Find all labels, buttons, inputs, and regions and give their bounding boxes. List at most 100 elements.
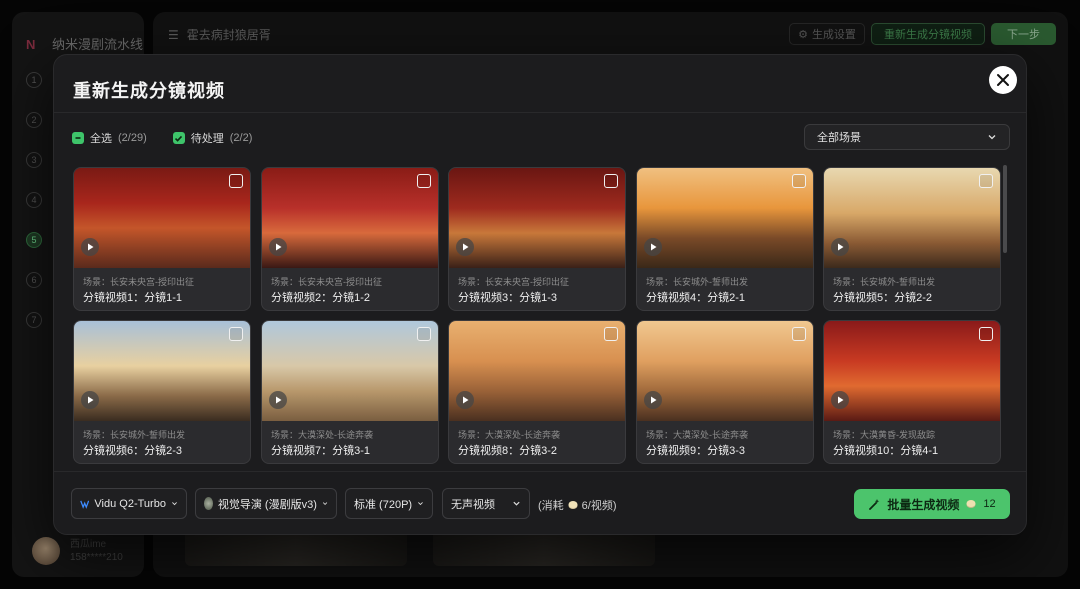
play-icon[interactable]: [644, 238, 662, 256]
storyboard-card[interactable]: 场景：大漠黄昏-发现敌踪 分镜视频10：分镜4-1: [823, 320, 1001, 464]
card-title: 分镜视频9：分镜3-3: [646, 445, 746, 457]
pending-checkbox[interactable]: [172, 132, 185, 144]
card-title: 分镜视频4：分镜2-1: [646, 292, 746, 304]
regenerate-button[interactable]: 重新生成分镜视频: [871, 23, 985, 45]
play-icon[interactable]: [456, 238, 474, 256]
divider: [54, 112, 1026, 113]
play-icon[interactable]: [269, 238, 287, 256]
check-icon: [175, 135, 183, 142]
audio-value: 无声视频: [451, 498, 495, 511]
quality-value: 标准 (720P): [354, 498, 413, 511]
step-2[interactable]: 2: [26, 112, 42, 128]
card-title: 分镜视频2：分镜1-2: [271, 292, 371, 304]
storyboard-card[interactable]: 场景：长安城外-誓师出发 分镜视频6：分镜2-3: [73, 320, 251, 464]
storyboard-thumbnail: [449, 168, 625, 268]
card-title: 分镜视频5：分镜2-2: [833, 292, 933, 304]
storyboard-card[interactable]: 场景：长安未央宫-授印出征 分镜视频2：分镜1-2: [261, 167, 439, 311]
play-icon[interactable]: [269, 391, 287, 409]
close-button[interactable]: [989, 66, 1017, 94]
pending-label[interactable]: 待处理: [191, 130, 224, 146]
play-icon[interactable]: [644, 391, 662, 409]
brand-logo-icon: N: [26, 36, 36, 52]
audio-select[interactable]: 无声视频: [442, 488, 530, 519]
card-title: 分镜视频1：分镜1-1: [83, 292, 183, 304]
user-name: 西瓜ime: [70, 539, 107, 550]
storyboard-card[interactable]: 场景：长安未央宫-授印出征 分镜视频1：分镜1-1: [73, 167, 251, 311]
user-profile[interactable]: 西瓜ime 158*****210: [32, 537, 123, 565]
step-6[interactable]: 6: [26, 272, 42, 288]
play-icon[interactable]: [456, 391, 474, 409]
card-checkbox[interactable]: [979, 327, 993, 341]
scene-filter-value: 全部场景: [817, 132, 861, 144]
storyboard-card[interactable]: 场景：大漠深处-长途奔袭 分镜视频9：分镜3-3: [636, 320, 814, 464]
chevron-down-icon: [322, 502, 328, 505]
next-label: 下一步: [1007, 29, 1040, 41]
storyboard-card[interactable]: 场景：长安未央宫-授印出征 分镜视频3：分镜1-3: [448, 167, 626, 311]
storyboard-thumbnail: [74, 321, 250, 421]
director-select[interactable]: 视觉导演 (漫剧版v3): [195, 488, 337, 519]
batch-generate-label: 批量生成视频: [887, 497, 960, 512]
regenerate-dialog: 重新生成分镜视频 全选 (2/29) 待处理 (2/2) 全部场景 场景：长安未…: [53, 54, 1027, 535]
pending-count: (2/2): [229, 132, 253, 144]
next-step-button[interactable]: 下一步: [991, 23, 1056, 45]
step-3[interactable]: 3: [26, 152, 42, 168]
minus-icon: [75, 137, 81, 139]
card-scene: 场景：长安城外-誓师出发: [833, 277, 935, 287]
card-title: 分镜视频10：分镜4-1: [833, 445, 939, 457]
card-scene: 场景：长安未央宫-授印出征: [83, 277, 194, 287]
play-icon[interactable]: [831, 391, 849, 409]
generation-settings-button[interactable]: ⚙ 生成设置: [789, 23, 865, 45]
step-7[interactable]: 7: [26, 312, 42, 328]
chevron-down-icon: [513, 501, 520, 506]
storyboard-thumbnail: [637, 168, 813, 268]
card-checkbox[interactable]: [792, 174, 806, 188]
card-scene: 场景：长安未央宫-授印出征: [458, 277, 569, 287]
step-4[interactable]: 4: [26, 192, 42, 208]
card-checkbox[interactable]: [979, 174, 993, 188]
storyboard-thumbnail: [74, 168, 250, 268]
card-checkbox[interactable]: [604, 174, 618, 188]
cost-prefix: (消耗: [538, 500, 564, 512]
cost-info: (消耗 6/视频): [538, 497, 617, 513]
batch-generate-button[interactable]: 批量生成视频 12: [854, 489, 1010, 519]
storyboard-card[interactable]: 场景：大漠深处-长途奔袭 分镜视频7：分镜3-1: [261, 320, 439, 464]
user-phone: 158*****210: [70, 552, 123, 563]
card-scene: 场景：大漠深处-长途奔袭: [458, 430, 560, 440]
batch-count: 12: [983, 498, 996, 510]
step-5[interactable]: 5: [26, 232, 42, 248]
card-scene: 场景：大漠深处-长途奔袭: [271, 430, 373, 440]
menu-icon[interactable]: ☰: [168, 28, 179, 42]
close-icon: [997, 74, 1009, 86]
scene-filter-select[interactable]: 全部场景: [804, 124, 1010, 150]
storyboard-thumbnail: [262, 321, 438, 421]
magic-wand-icon: [869, 498, 880, 510]
card-title: 分镜视频8：分镜3-2: [458, 445, 558, 457]
storyboard-card[interactable]: 场景：长安城外-誓师出发 分镜视频5：分镜2-2: [823, 167, 1001, 311]
card-checkbox[interactable]: [417, 327, 431, 341]
card-checkbox[interactable]: [604, 327, 618, 341]
select-all-checkbox[interactable]: [72, 132, 84, 144]
quality-select[interactable]: 标准 (720P): [345, 488, 433, 519]
scrollbar[interactable]: [1003, 165, 1007, 253]
storyboard-card[interactable]: 场景：长安城外-誓师出发 分镜视频4：分镜2-1: [636, 167, 814, 311]
chevron-down-icon: [172, 502, 177, 506]
brand-name: 纳米漫剧流水线: [52, 37, 144, 52]
card-checkbox[interactable]: [229, 327, 243, 341]
card-checkbox[interactable]: [229, 174, 243, 188]
card-title: 分镜视频7：分镜3-1: [271, 445, 371, 457]
select-all-label[interactable]: 全选: [90, 130, 112, 146]
chevron-down-icon: [418, 502, 423, 506]
storyboard-thumbnail: [637, 321, 813, 421]
play-icon[interactable]: [81, 391, 99, 409]
card-scene: 场景：长安城外-誓师出发: [646, 277, 748, 287]
play-icon[interactable]: [81, 238, 99, 256]
step-1[interactable]: 1: [26, 72, 42, 88]
storyboard-card[interactable]: 场景：大漠深处-长途奔袭 分镜视频8：分镜3-2: [448, 320, 626, 464]
card-checkbox[interactable]: [417, 174, 431, 188]
play-icon[interactable]: [831, 238, 849, 256]
card-scene: 场景：大漠深处-长途奔袭: [646, 430, 748, 440]
card-checkbox[interactable]: [792, 327, 806, 341]
model-select[interactable]: Vidu Q2-Turbo: [71, 488, 187, 519]
background-thumbnail: [185, 532, 407, 566]
card-title: 分镜视频3：分镜1-3: [458, 292, 558, 304]
